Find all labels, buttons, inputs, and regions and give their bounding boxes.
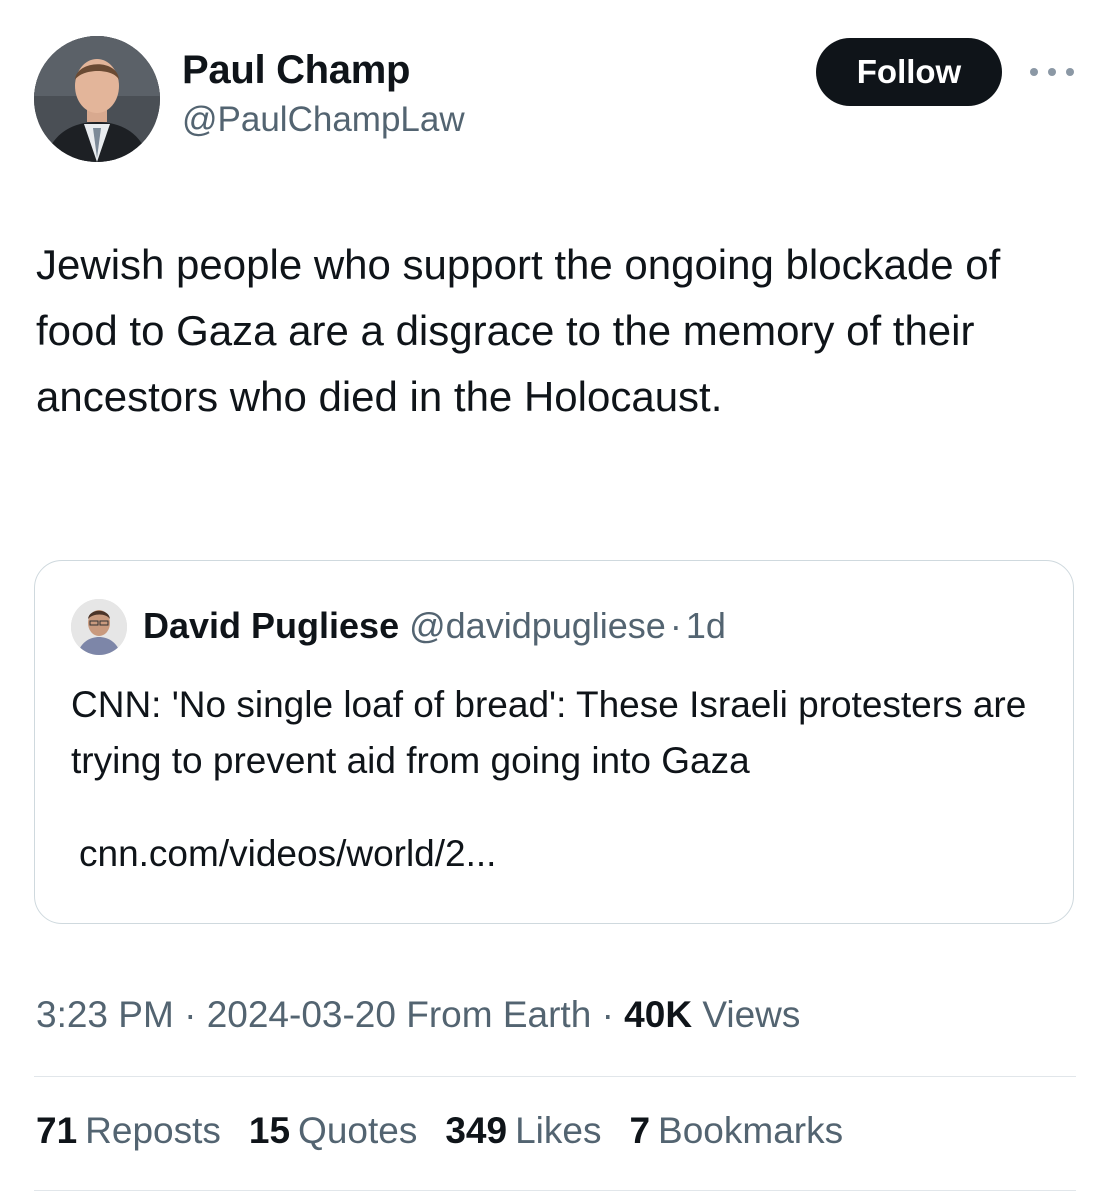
quoted-tweet-card[interactable]: David Pugliese @davidpugliese · 1d CNN: 'No… [34, 560, 1074, 924]
quoted-author-handle[interactable]: @davidpugliese [409, 605, 666, 646]
views-count: 40K [624, 994, 693, 1035]
more-horizontal-icon[interactable] [1030, 58, 1074, 86]
quoted-timestamp[interactable]: 1d [686, 605, 726, 646]
tweet-meta: 3:23 PM · 2024-03-20 From Earth · 40K Vi… [36, 994, 800, 1036]
divider [34, 1190, 1076, 1191]
follow-button[interactable]: Follow [816, 38, 1002, 106]
quotes-stat[interactable]: 15 Quotes [249, 1110, 417, 1152]
tweet-time[interactable]: 3:23 PM [36, 994, 174, 1035]
more-dot [1048, 68, 1056, 76]
author-handle[interactable]: @PaulChampLaw [182, 100, 465, 140]
more-dot [1066, 68, 1074, 76]
quotes-label: Quotes [298, 1110, 418, 1151]
reposts-label: Reposts [85, 1110, 221, 1151]
separator-dot: · [601, 994, 614, 1035]
reposts-stat[interactable]: 71 Reposts [36, 1110, 221, 1152]
views-label: Views [702, 994, 801, 1035]
quoted-tweet-text: CNN: 'No single loaf of bread': These Is… [71, 684, 1027, 781]
quotes-count: 15 [248, 1110, 291, 1151]
bookmarks-stat[interactable]: 7 Bookmarks [629, 1110, 843, 1152]
likes-stat[interactable]: 349 Likes [445, 1110, 601, 1152]
tweet-text: Jewish people who support the ongoing bl… [36, 241, 1001, 420]
author-name[interactable]: Paul Champ [182, 48, 410, 93]
quoted-author-name[interactable]: David Pugliese [143, 605, 399, 646]
likes-count: 349 [445, 1110, 508, 1151]
separator-dot: · [184, 994, 197, 1035]
more-dot [1030, 68, 1038, 76]
engagement-stats: 71 Reposts 15 Quotes 349 Likes 7 Bookmarks [36, 1110, 871, 1152]
likes-label: Likes [515, 1110, 602, 1151]
quoted-author-avatar [71, 599, 127, 655]
separator-dot: · [669, 605, 682, 646]
bookmarks-label: Bookmarks [658, 1110, 844, 1151]
quoted-header: David Pugliese @davidpugliese · 1d [143, 605, 726, 647]
quoted-link[interactable]: cnn.com/videos/world/2... [79, 833, 496, 875]
divider [34, 1076, 1076, 1077]
author-avatar[interactable] [34, 36, 160, 162]
bookmarks-count: 7 [629, 1110, 651, 1151]
reposts-count: 71 [36, 1110, 78, 1151]
tweet-date-source: 2024-03-20 From Earth [206, 994, 592, 1035]
